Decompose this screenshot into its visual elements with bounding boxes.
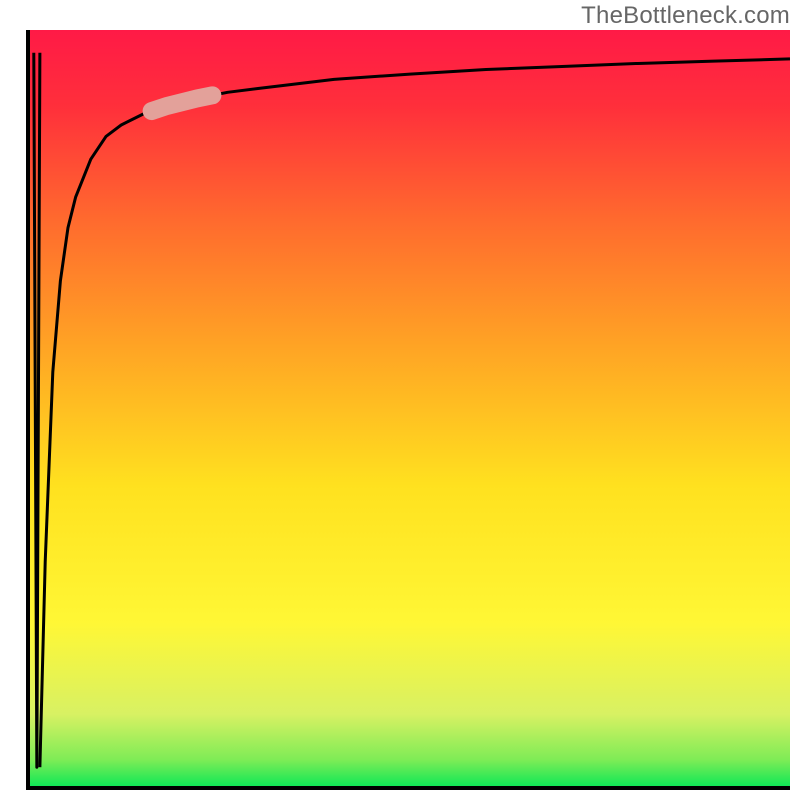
curve-layer [30,30,790,790]
spike-line [34,53,40,767]
x-axis [26,786,790,790]
y-axis [26,30,30,790]
chart-container: TheBottleneck.com [0,0,800,800]
main-curve-line [40,59,790,767]
plot-area [30,30,790,790]
watermark-text: TheBottleneck.com [581,2,790,30]
highlight-segment [152,95,213,111]
